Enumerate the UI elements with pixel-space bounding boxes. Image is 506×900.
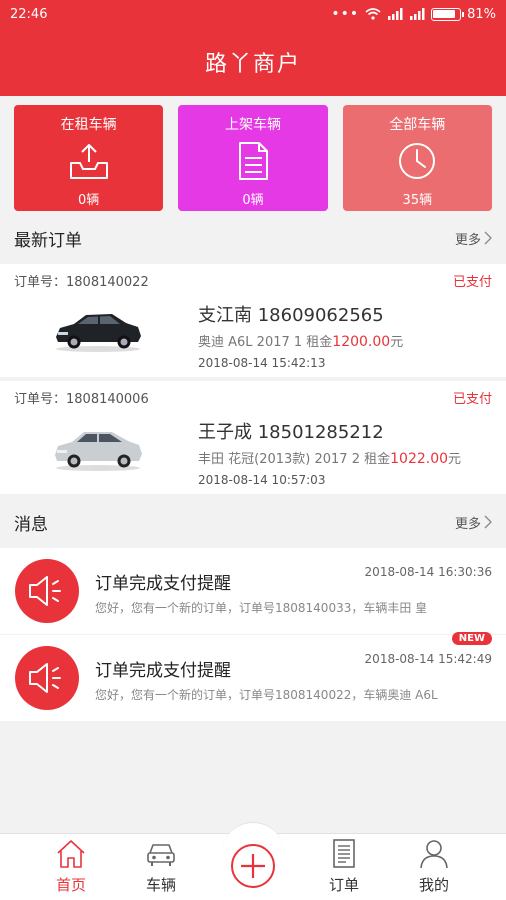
tab-vehicles[interactable]: 车辆 — [121, 838, 201, 895]
add-icon[interactable] — [230, 843, 276, 889]
vehicle-rent-info: 奥迪 A6L 2017 1 租金 — [198, 335, 333, 350]
message-title: 订单完成支付提醒 — [95, 661, 231, 681]
car-sedan-image — [56, 314, 141, 352]
tab-label: 首页 — [55, 876, 86, 894]
tab-label: 订单 — [328, 876, 359, 894]
status-time: 22:46 — [10, 6, 48, 22]
card-listed-vehicles[interactable]: 上架车辆 0辆 — [178, 105, 328, 211]
chevron-right-icon — [484, 515, 492, 529]
chevron-right-icon — [484, 231, 492, 245]
tab-label: 车辆 — [145, 876, 176, 894]
speaker-icon — [15, 559, 79, 623]
order-card[interactable]: 订单号：1808140022 已支付 支江南 18609062565 奥迪 A6… — [0, 264, 506, 377]
profile-icon — [420, 840, 448, 869]
tab-label: 我的 — [418, 876, 449, 894]
message-body: 您好，您有一个新的订单，订单号1808140022，车辆奥迪 A6L — [95, 688, 438, 702]
order-description: 丰田 花冠(2013款) 2017 2 租金1022.00元 — [198, 448, 461, 467]
order-time: 2018-08-14 15:42:13 — [198, 356, 326, 370]
speaker-icon — [15, 646, 79, 710]
status-bar: 22:46 ••• 81% — [0, 0, 506, 28]
more-label: 更多 — [454, 516, 481, 532]
battery-level: 81% — [467, 6, 496, 22]
vehicle-stat-cards: 在租车辆 0辆 上架车辆 0辆 全部车辆 35辆 — [14, 105, 492, 211]
rent-price: 1022.00 — [390, 451, 449, 467]
order-number: 订单号：1808140006 — [14, 392, 149, 407]
message-time: 2018-08-14 16:30:36 — [364, 565, 492, 579]
order-time: 2018-08-14 10:57:03 — [198, 473, 326, 487]
clock-icon — [399, 143, 436, 179]
customer-name-phone: 王子成 18501285212 — [198, 422, 384, 443]
message-item[interactable]: 订单完成支付提醒 2018-08-14 16:30:36 您好，您有一个新的订单… — [0, 548, 506, 634]
order-list-icon — [333, 839, 355, 868]
message-title: 订单完成支付提醒 — [95, 574, 231, 594]
latest-orders-header: 最新订单 更多 — [0, 213, 506, 263]
upload-tray-icon — [69, 144, 108, 179]
card-label: 上架车辆 — [224, 117, 281, 133]
more-label: 更多 — [454, 232, 481, 248]
tab-profile[interactable]: 我的 — [394, 838, 474, 895]
section-title: 最新订单 — [14, 230, 82, 251]
app-header: 路丫商户 — [0, 28, 506, 96]
page-title: 路丫商户 — [204, 52, 301, 77]
section-title: 消息 — [14, 514, 48, 535]
card-count: 35辆 — [402, 193, 433, 208]
battery-icon — [431, 7, 465, 21]
bottom-tab-bar: 首页 车辆 订单 我的 — [0, 822, 506, 900]
card-all-vehicles[interactable]: 全部车辆 35辆 — [342, 105, 492, 211]
order-status: 已支付 — [452, 392, 492, 407]
messages-more-link[interactable]: 更多 — [455, 513, 492, 532]
card-label: 在租车辆 — [60, 117, 117, 133]
signal-icon-2 — [410, 8, 425, 20]
card-rented-vehicles[interactable]: 在租车辆 0辆 — [14, 105, 164, 211]
more-dots-icon: ••• — [331, 6, 360, 22]
order-card[interactable]: 订单号：1808140006 已支付 王子成 18501285212 丰田 花冠… — [0, 381, 506, 494]
car-icon — [147, 844, 175, 866]
orders-more-link[interactable]: 更多 — [455, 229, 492, 248]
signal-icon — [388, 8, 403, 20]
currency-unit: 元 — [448, 452, 462, 467]
car-sedan-image — [55, 432, 142, 471]
order-description: 奥迪 A6L 2017 1 租金1200.00元 — [198, 331, 403, 350]
wifi-icon — [365, 8, 381, 20]
customer-name-phone: 支江南 18609062565 — [198, 305, 384, 326]
message-item[interactable]: NEW 订单完成支付提醒 2018-08-14 15:42:49 您好，您有一个… — [0, 632, 506, 721]
message-time: 2018-08-14 15:42:49 — [364, 652, 492, 666]
messages-header: 消息 更多 — [0, 497, 506, 547]
tab-home[interactable]: 首页 — [31, 838, 111, 895]
new-badge: NEW — [451, 632, 492, 645]
card-count: 0辆 — [78, 193, 100, 208]
card-count: 0辆 — [242, 193, 264, 208]
home-icon — [57, 840, 85, 868]
order-number: 订单号：1808140022 — [14, 275, 149, 290]
status-icons: ••• 81% — [331, 6, 496, 22]
currency-unit: 元 — [390, 335, 404, 350]
vehicle-rent-info: 丰田 花冠(2013款) 2017 2 租金 — [198, 452, 391, 467]
order-status: 已支付 — [452, 275, 492, 290]
document-icon — [238, 142, 268, 180]
card-label: 全部车辆 — [389, 117, 446, 133]
message-body: 您好，您有一个新的订单，订单号1808140033，车辆丰田 皇 — [95, 601, 428, 615]
tab-orders[interactable]: 订单 — [304, 838, 384, 895]
rent-price: 1200.00 — [332, 334, 391, 350]
